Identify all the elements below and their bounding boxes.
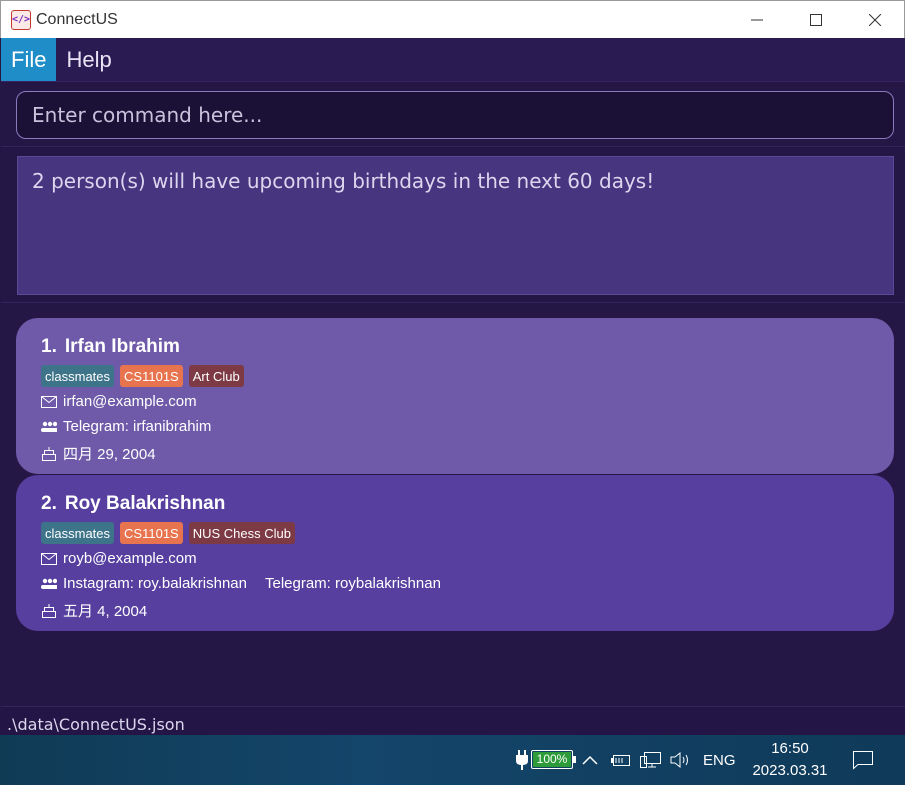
minimize-button[interactable] — [727, 1, 786, 39]
close-icon — [868, 14, 881, 26]
cake-icon — [41, 603, 57, 619]
birthday-text: 五月 4, 2004 — [63, 603, 148, 620]
tag: CS1101S — [120, 365, 183, 387]
tag-list: classmates CS1101S Art Club — [41, 365, 244, 387]
tag-list: classmates CS1101S NUS Chess Club — [41, 522, 295, 544]
device-icon[interactable] — [611, 735, 631, 785]
result-text: 2 person(s) will have upcoming birthdays… — [32, 169, 655, 193]
maximize-button[interactable] — [786, 1, 845, 39]
menu-help[interactable]: Help — [56, 38, 121, 81]
chevron-up-icon[interactable] — [582, 735, 598, 785]
email-text: royb@example.com — [63, 550, 197, 567]
birthday-text: 四月 29, 2004 — [63, 446, 156, 463]
window-titlebar[interactable]: </> ConnectUS — [0, 0, 905, 38]
menu-bar: File Help — [1, 38, 905, 82]
cake-icon — [41, 446, 57, 462]
code-icon: </> — [11, 9, 31, 30]
mail-icon — [41, 394, 57, 410]
divider — [1, 302, 905, 303]
network-icon[interactable] — [640, 735, 662, 785]
power-plug-icon[interactable] — [515, 735, 529, 785]
clock-time: 16:50 — [771, 740, 809, 757]
tag: classmates — [41, 365, 115, 387]
email-row: irfan@example.com — [41, 393, 197, 410]
people-icon — [41, 419, 57, 435]
clock[interactable]: 16:50 2023.03.31 — [748, 738, 832, 782]
person-card[interactable]: 1. Irfan Ibrahim classmates CS1101S Art C… — [16, 318, 894, 474]
birthday-row: 五月 4, 2004 — [41, 600, 147, 621]
tag: CS1101S — [120, 522, 183, 544]
person-name: Roy Balakrishnan — [64, 493, 226, 514]
maximize-icon — [809, 14, 822, 26]
birthday-row: 四月 29, 2004 — [41, 443, 156, 464]
divider — [1, 146, 905, 147]
tag: classmates — [41, 522, 115, 544]
result-display[interactable]: 2 person(s) will have upcoming birthdays… — [17, 156, 894, 295]
email-text: irfan@example.com — [63, 393, 197, 410]
tag: NUS Chess Club — [188, 522, 295, 544]
command-box — [16, 91, 894, 139]
social-text: Telegram: irfanibrahim — [63, 418, 212, 435]
clock-date: 2023.03.31 — [752, 762, 828, 779]
battery-percent: 100% — [536, 752, 568, 766]
language-indicator[interactable]: ENG — [703, 735, 736, 785]
email-row: royb@example.com — [41, 550, 197, 567]
person-index: 2. — [41, 493, 57, 514]
people-icon — [41, 576, 57, 592]
tag: Art Club — [188, 365, 244, 387]
battery-indicator[interactable]: 100% — [531, 750, 576, 769]
person-title: 1. Irfan Ibrahim — [41, 336, 180, 358]
person-card[interactable]: 2. Roy Balakrishnan classmates CS1101S NU… — [16, 475, 894, 631]
mail-icon — [41, 551, 57, 567]
person-title: 2. Roy Balakrishnan — [41, 493, 225, 515]
person-name: Irfan Ibrahim — [64, 336, 180, 357]
command-input[interactable] — [17, 103, 893, 127]
status-bar: .\data\ConnectUS.json — [1, 706, 905, 735]
social-row: Instagram: roy.balakrishnan Telegram: ro… — [41, 575, 441, 592]
window-title: ConnectUS — [36, 10, 118, 28]
social-text: Telegram: roybalakrishnan — [264, 575, 441, 592]
person-index: 1. — [41, 336, 57, 357]
social-row: Telegram: irfanibrahim — [41, 418, 211, 435]
menu-file[interactable]: File — [1, 38, 57, 81]
app-window: File Help 2 person(s) will have upcoming… — [1, 38, 905, 735]
volume-icon[interactable] — [670, 735, 692, 785]
close-button[interactable] — [845, 1, 904, 39]
notification-icon[interactable] — [852, 735, 874, 785]
window-controls — [727, 1, 904, 39]
save-location: .\data\ConnectUS.json — [7, 715, 185, 734]
minimize-icon — [750, 19, 763, 21]
social-text: Instagram: roy.balakrishnan — [63, 575, 247, 592]
